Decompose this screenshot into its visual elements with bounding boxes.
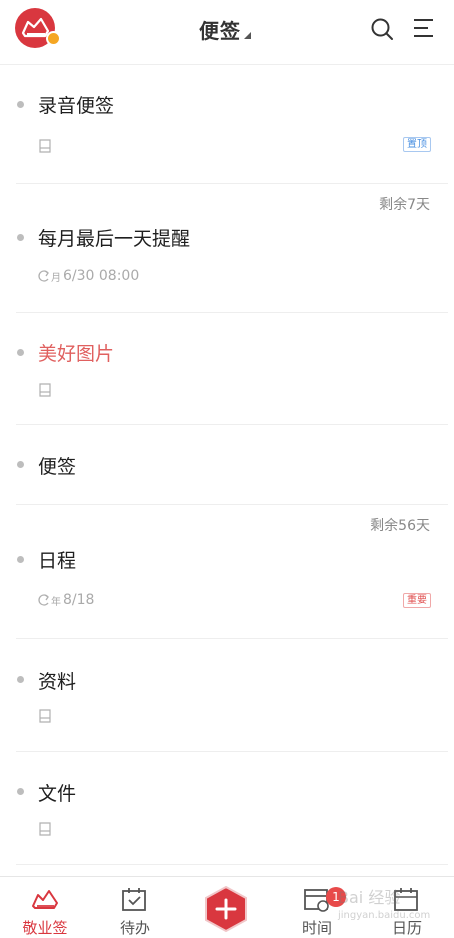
tab-home[interactable]: 敬业签 — [0, 877, 90, 937]
reminder-time: 6/30 08:00 — [63, 268, 140, 284]
note-item[interactable]: 文件 — [16, 752, 448, 865]
note-icon — [39, 709, 51, 723]
vip-badge-icon — [46, 31, 61, 46]
menu-icon[interactable] — [413, 17, 435, 39]
tab-todo[interactable]: 待办 — [90, 877, 180, 937]
caret-down-icon — [244, 32, 251, 39]
note-title: 美好图片 — [38, 343, 115, 365]
note-item[interactable]: 录音便签 置顶 — [16, 65, 448, 184]
note-icon — [39, 139, 51, 153]
note-title: 便签 — [38, 456, 77, 478]
bullet-dot — [17, 676, 24, 683]
note-icon — [39, 383, 51, 397]
remaining-days: 剩余56天 — [370, 518, 430, 534]
todo-icon — [122, 888, 146, 911]
logo-icon — [32, 890, 58, 909]
reminder-meta: 月 6/30 08:00 — [38, 268, 139, 284]
pinned-tag: 置顶 — [403, 137, 431, 152]
bullet-dot — [17, 461, 24, 468]
bullet-dot — [17, 788, 24, 795]
tab-label: 敬业签 — [22, 919, 68, 937]
add-button[interactable] — [203, 886, 249, 932]
watermark: Bai 经验 — [338, 888, 401, 907]
bullet-dot — [17, 349, 24, 356]
note-item[interactable]: 美好图片 — [16, 313, 448, 425]
note-title: 日程 — [38, 550, 77, 572]
note-title: 每月最后一天提醒 — [38, 228, 191, 250]
note-title: 文件 — [38, 783, 77, 805]
note-title: 资料 — [38, 671, 77, 693]
bullet-dot — [17, 101, 24, 108]
note-item[interactable]: 便签 — [16, 425, 448, 505]
note-item[interactable]: 剩余7天 每月最后一天提醒 月 6/30 08:00 — [16, 184, 448, 313]
important-tag: 重要 — [403, 593, 431, 608]
top-bar: 便签 — [0, 0, 454, 65]
note-title: 录音便签 — [38, 95, 115, 117]
note-icon — [39, 822, 51, 836]
remaining-days: 剩余7天 — [379, 197, 430, 213]
bullet-dot — [17, 234, 24, 241]
repeat-label: 年 — [51, 596, 61, 608]
note-list: 录音便签 置顶 剩余7天 每月最后一天提醒 月 6/30 08:00 美好图片 — [0, 65, 454, 865]
repeat-icon — [38, 594, 49, 606]
notebook-selector[interactable]: 便签 — [150, 15, 300, 44]
reminder-time: 8/18 — [63, 592, 95, 608]
reminder-meta: 年 8/18 — [38, 592, 94, 608]
repeat-icon — [38, 270, 49, 282]
search-icon[interactable] — [370, 17, 394, 41]
repeat-label: 月 — [51, 272, 61, 284]
page-title: 便签 — [199, 19, 241, 43]
note-item[interactable]: 资料 — [16, 639, 448, 752]
tab-label: 待办 — [119, 919, 150, 937]
bullet-dot — [17, 556, 24, 563]
note-item[interactable]: 剩余56天 日程 年 8/18 重要 — [16, 505, 448, 639]
watermark-url: jingyan.baidu.com — [338, 910, 431, 921]
